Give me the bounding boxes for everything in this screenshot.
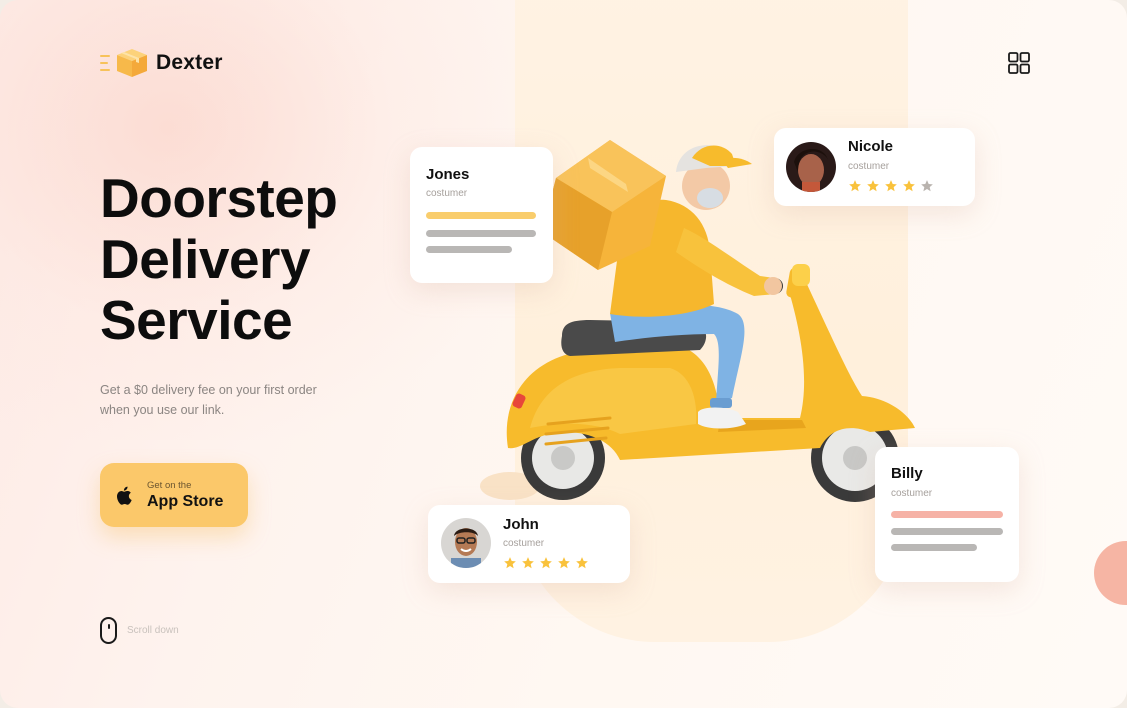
- avatar: [441, 518, 491, 568]
- app-store-label: App Store: [147, 493, 224, 510]
- review-bar: [426, 212, 536, 219]
- brand-logo[interactable]: Dexter: [100, 48, 223, 78]
- apple-icon: [116, 486, 132, 505]
- headline-line: Delivery: [100, 228, 311, 290]
- box-icon: [117, 49, 147, 77]
- app-store-button[interactable]: Get on the App Store: [100, 463, 248, 527]
- mouse-icon: [100, 617, 117, 644]
- grid-icon[interactable]: [1007, 51, 1031, 75]
- hero-subtitle: Get a $0 delivery fee on your first orde…: [100, 383, 317, 417]
- review-bar: [891, 511, 1003, 518]
- customer-role: costumer: [426, 188, 468, 199]
- decorative-circle: [1094, 541, 1127, 605]
- star-icon: [540, 557, 552, 569]
- landing-page: Dexter Doorstep Delivery Service Get a $…: [0, 0, 1127, 708]
- star-icon: [867, 180, 879, 192]
- customer-role: costumer: [848, 161, 890, 172]
- hero-headline: Doorstep Delivery Service: [100, 168, 430, 351]
- review-card-billy[interactable]: Billy costumer: [875, 447, 1019, 582]
- star-icon: [903, 180, 915, 192]
- customer-name: Billy: [891, 465, 923, 482]
- brand-name: Dexter: [156, 51, 223, 74]
- customer-name: Nicole: [848, 138, 894, 155]
- star-rating: [848, 179, 934, 193]
- review-card-nicole[interactable]: Nicole costumer: [774, 128, 975, 206]
- app-store-caption: Get on the: [147, 480, 192, 491]
- star-icon: [558, 557, 570, 569]
- customer-role: costumer: [891, 488, 933, 499]
- review-bar: [891, 528, 1003, 535]
- review-bar: [891, 544, 977, 551]
- star-icon: [576, 557, 588, 569]
- star-rating: [503, 556, 589, 570]
- star-icon: [504, 557, 516, 569]
- headline-line: Service: [100, 289, 293, 351]
- speed-lines-icon: [100, 55, 110, 71]
- customer-role: costumer: [503, 538, 545, 549]
- avatar: [786, 142, 836, 192]
- star-icon: [885, 180, 897, 192]
- review-card-jones[interactable]: Jones costumer: [410, 147, 553, 283]
- star-empty-icon: [921, 180, 933, 192]
- review-bar: [426, 246, 512, 253]
- headline-line: Doorstep: [100, 167, 338, 229]
- customer-name: Jones: [426, 166, 470, 183]
- scroll-down-indicator[interactable]: Scroll down: [100, 617, 179, 644]
- review-bar: [426, 230, 536, 237]
- customer-name: John: [503, 516, 539, 533]
- star-icon: [522, 557, 534, 569]
- review-card-john[interactable]: John costumer: [428, 505, 630, 583]
- scroll-down-label: Scroll down: [127, 625, 179, 636]
- star-icon: [849, 180, 861, 192]
